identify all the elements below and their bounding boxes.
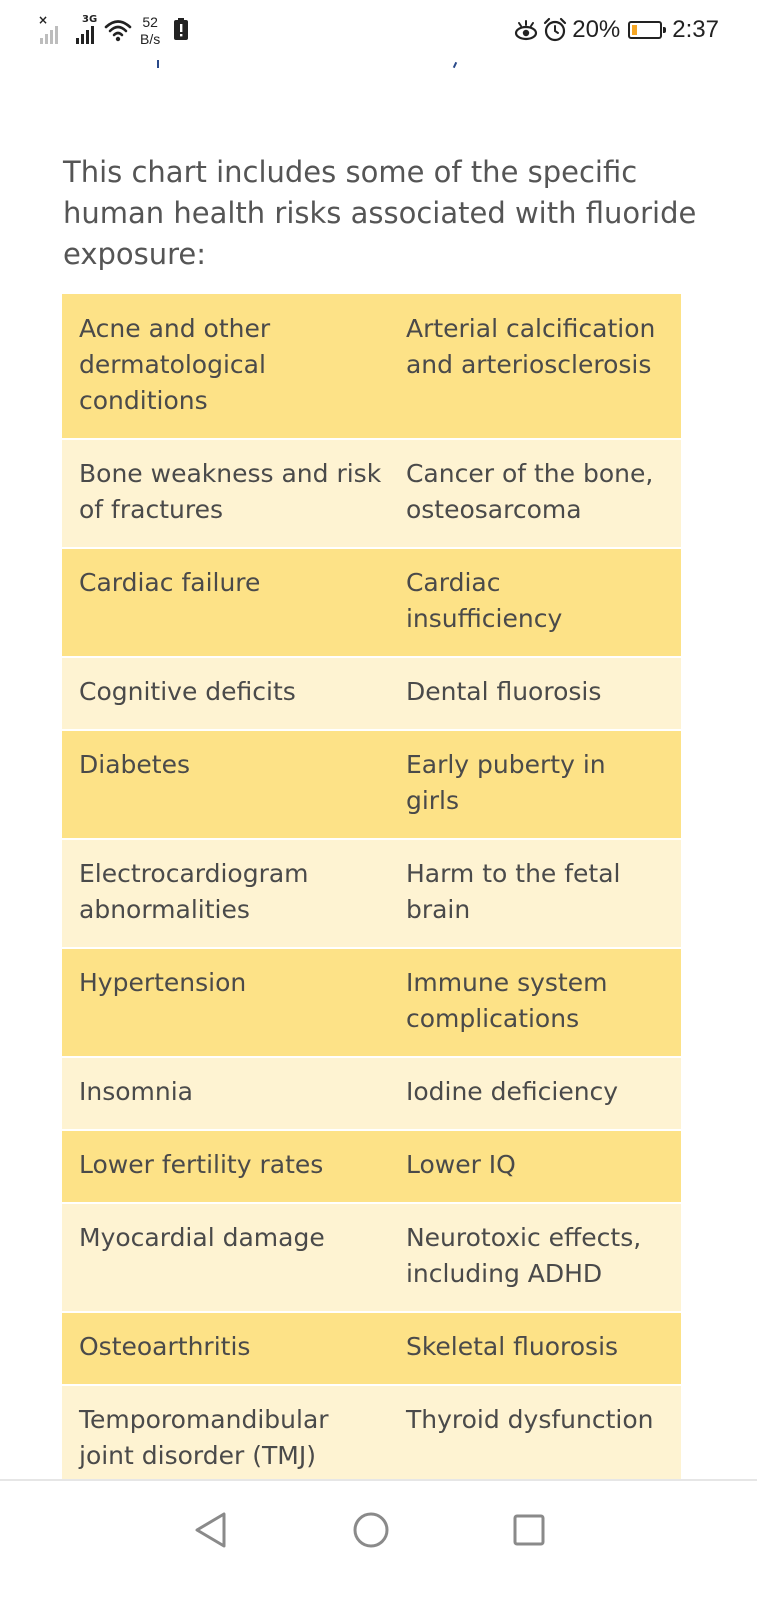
status-bar-right: 20% 2:37 [514, 16, 719, 44]
battery-percent: 20% [572, 16, 621, 43]
table-row: Lower fertility rates Lower IQ [62, 1131, 681, 1204]
network-type-label: 3G [82, 14, 98, 25]
back-button[interactable] [186, 1505, 236, 1555]
intro-paragraph: This chart includes some of the specific… [63, 155, 697, 271]
screen: × 3G 52 B/s 20% 2:37 This chart includes… [0, 0, 757, 1600]
table-cell: Iodine deficiency [388, 1058, 681, 1131]
battery-alert-icon [174, 18, 189, 40]
table-row: Cardiac failure Cardiac insufficiency [62, 549, 681, 658]
signal-icon: 3G [72, 14, 100, 44]
table-cell: Dental fluorosis [388, 658, 681, 731]
table-row: Myocardial damage Neurotoxic effects, inc… [62, 1204, 681, 1313]
table-cell: Cognitive deficits [62, 658, 389, 731]
table-cell: Cardiac insufficiency [388, 549, 681, 658]
battery-icon [628, 21, 667, 39]
table-cell: Osteoarthritis [62, 1313, 389, 1386]
recents-button[interactable] [504, 1505, 554, 1555]
status-bar-left: × 3G 52 B/s [38, 14, 189, 48]
table-cell: Immune system complications [388, 949, 681, 1058]
no-signal-icon: × [38, 14, 66, 44]
table-cell: Skeletal fluorosis [388, 1313, 681, 1386]
status-bar: × 3G 52 B/s 20% 2:37 [0, 0, 757, 62]
table-cell: Diabetes [62, 731, 389, 840]
network-speed-unit: B/s [140, 31, 161, 47]
table-row: Insomnia Iodine deficiency [62, 1058, 681, 1131]
table-cell: Cardiac failure [62, 549, 389, 658]
table-row: Hypertension Immune system complications [62, 949, 681, 1058]
table-cell: Myocardial damage [62, 1204, 389, 1313]
home-button[interactable] [346, 1505, 396, 1555]
table-cell: Neurotoxic effects, including ADHD [388, 1204, 681, 1313]
health-risks-table: Acne and other dermatological conditions… [62, 294, 681, 1495]
battery-fill [632, 25, 638, 35]
table-cell: Lower fertility rates [62, 1131, 389, 1204]
eye-comfort-icon [515, 20, 538, 41]
health-risks-table-body: Acne and other dermatological conditions… [62, 294, 681, 1495]
table-row: Acne and other dermatological conditions… [62, 294, 681, 440]
table-cell: Harm to the fetal brain [388, 840, 681, 949]
table-row: Bone weakness and risk of fractures Cance… [62, 440, 681, 549]
navigation-bar [0, 1481, 757, 1600]
recents-square-icon [513, 1514, 545, 1546]
table-cell: Lower IQ [388, 1131, 681, 1204]
back-triangle-icon [195, 1512, 226, 1548]
clock: 2:37 [672, 16, 719, 43]
table-cell: Hypertension [62, 949, 389, 1058]
home-circle-icon [353, 1512, 389, 1548]
table-cell: Acne and other dermatological conditions [62, 294, 389, 440]
table-cell: Insomnia [62, 1058, 389, 1131]
table-row: Diabetes Early puberty in girls [62, 731, 681, 840]
alarm-icon [544, 17, 567, 42]
table-cell: Cancer of the bone, osteosarcoma [388, 440, 681, 549]
scrolled-content-remnant [157, 60, 159, 68]
table-cell: Electrocardiogram abnormalities [62, 840, 389, 949]
network-speed: 52 B/s [140, 14, 160, 48]
scrolled-content-remnant [452, 61, 458, 69]
wifi-icon [104, 20, 132, 42]
network-speed-value: 52 [142, 14, 158, 30]
table-row: Cognitive deficits Dental fluorosis [62, 658, 681, 731]
table-cell: Bone weakness and risk of fractures [62, 440, 389, 549]
table-cell: Arterial calcification and arteriosclero… [388, 294, 681, 440]
table-row: Electrocardiogram abnormalities Harm to t… [62, 840, 681, 949]
table-cell: Early puberty in girls [388, 731, 681, 840]
table-row: Osteoarthritis Skeletal fluorosis [62, 1313, 681, 1386]
